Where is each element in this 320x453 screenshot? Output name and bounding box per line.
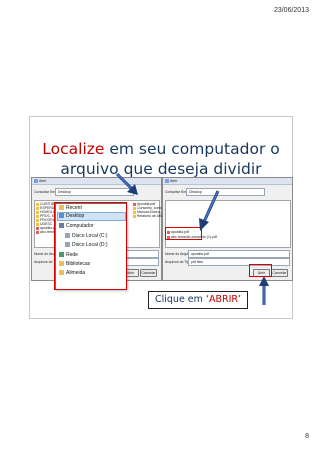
filename-value: apostila.pdf xyxy=(191,252,209,256)
arrow-to-dropdown xyxy=(115,172,138,195)
lookin-value: Desktop xyxy=(58,190,71,194)
title-highlight: Localize xyxy=(42,140,105,158)
dropdown-highlight-box xyxy=(54,202,127,290)
filetype-select[interactable]: pdf files xyxy=(188,258,290,266)
arrow-to-file xyxy=(199,190,220,231)
title-line2: arquivo que deseja dividir xyxy=(60,160,262,178)
lookin-label: Consultar Em: xyxy=(165,190,188,194)
title-line1-rest: em seu computador o xyxy=(104,140,280,158)
slide-title: Localize em seu computador o arquivo que… xyxy=(30,139,292,179)
callout-action: ‘ABRIR’ xyxy=(205,294,241,305)
page-number: 8 xyxy=(305,433,309,440)
java-icon xyxy=(34,179,38,183)
callout-prefix: Clique em xyxy=(154,294,206,305)
file-list-pane[interactable] xyxy=(165,200,291,248)
callout-click-open: Clique em ‘ABRIR’ xyxy=(148,291,248,309)
dialog-right-title: Abrir xyxy=(170,179,178,183)
file-item[interactable]: Relatorio de Ativo xyxy=(133,214,164,218)
cancel-button[interactable]: Cancelar xyxy=(140,269,157,277)
slide-date: 23/06/2013 xyxy=(273,7,309,14)
dialog-left-titlebar: Abrir xyxy=(32,178,161,185)
arrow-to-open-button xyxy=(259,276,269,305)
dialog-left-title: Abrir xyxy=(39,179,47,183)
lookin-label: Consultar Em: xyxy=(34,190,57,194)
dialog-right-titlebar: Abrir xyxy=(163,178,292,185)
filetype-value: pdf files xyxy=(191,260,204,264)
filename-input[interactable]: apostila.pdf xyxy=(188,250,290,258)
cancel-button[interactable]: Cancelar xyxy=(271,269,288,277)
java-icon xyxy=(165,179,169,183)
slide-frame: Localize em seu computador o arquivo que… xyxy=(29,116,293,319)
